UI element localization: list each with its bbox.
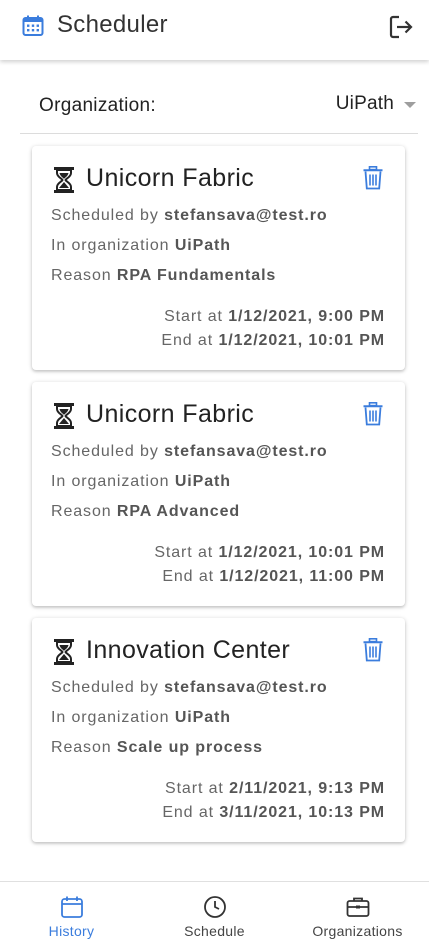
organization-line-value: UiPath bbox=[174, 473, 231, 490]
reason-label: Reason bbox=[51, 503, 112, 520]
end-value: 3/11/2021, 10:13 PM bbox=[219, 804, 385, 821]
hourglass-icon bbox=[54, 639, 74, 665]
scheduled-by-value: stefansava@test.ro bbox=[164, 207, 328, 224]
reason-line: Reason Scale up process bbox=[51, 739, 263, 757]
nav-item-organizations[interactable]: Organizations bbox=[286, 882, 429, 942]
organization-line: In organization UiPath bbox=[51, 473, 231, 491]
trash-icon[interactable] bbox=[363, 638, 383, 662]
end-value: 1/12/2021, 11:00 PM bbox=[219, 568, 385, 585]
calendar-icon bbox=[60, 896, 83, 918]
start-label: Start at bbox=[165, 780, 224, 797]
room-name: Unicorn Fabric bbox=[86, 164, 255, 192]
start-label: Start at bbox=[154, 544, 214, 561]
start-value: 2/11/2021, 9:13 PM bbox=[229, 780, 385, 797]
reason-value: RPA Advanced bbox=[116, 503, 241, 520]
organization-select[interactable]: UiPath bbox=[336, 93, 394, 115]
scheduled-by-label: Scheduled by bbox=[51, 679, 159, 696]
scheduled-by-label: Scheduled by bbox=[51, 443, 159, 460]
nav-label: Schedule bbox=[184, 923, 245, 939]
nav-item-history[interactable]: History bbox=[0, 882, 143, 942]
end-label: End at bbox=[161, 332, 214, 349]
reason-label: Reason bbox=[51, 267, 112, 284]
room-name: Unicorn Fabric bbox=[86, 400, 255, 428]
booking-card: Unicorn Fabric Scheduled by stefansava@t… bbox=[32, 146, 405, 370]
end-time-line: End at 1/12/2021, 10:01 PM bbox=[161, 332, 385, 350]
booking-card: Innovation Center Scheduled by stefansav… bbox=[32, 618, 405, 842]
scheduled-by-line: Scheduled by stefansava@test.ro bbox=[51, 207, 328, 225]
nav-item-schedule[interactable]: Schedule bbox=[143, 882, 286, 942]
scheduled-by-label: Scheduled by bbox=[51, 207, 159, 224]
hourglass-icon bbox=[54, 403, 74, 429]
scheduled-by-line: Scheduled by stefansava@test.ro bbox=[51, 679, 328, 697]
end-label: End at bbox=[162, 568, 214, 585]
bottom-navigation: History Schedule Organizations bbox=[0, 881, 429, 942]
logout-icon[interactable] bbox=[388, 14, 414, 40]
organization-line-value: UiPath bbox=[174, 237, 231, 254]
start-time-line: Start at 1/12/2021, 10:01 PM bbox=[154, 544, 385, 562]
scheduled-by-line: Scheduled by stefansava@test.ro bbox=[51, 443, 328, 461]
organization-label: Organization: bbox=[39, 95, 156, 116]
reason-value: RPA Fundamentals bbox=[116, 267, 277, 284]
clock-icon bbox=[203, 896, 226, 918]
briefcase-icon bbox=[346, 897, 369, 917]
start-time-line: Start at 2/11/2021, 9:13 PM bbox=[165, 780, 385, 798]
organization-line-label: In organization bbox=[51, 473, 170, 490]
reason-label: Reason bbox=[51, 739, 112, 756]
reason-value: Scale up process bbox=[116, 739, 263, 756]
end-value: 1/12/2021, 10:01 PM bbox=[218, 332, 385, 349]
organization-line: In organization UiPath bbox=[51, 709, 231, 727]
end-time-line: End at 3/11/2021, 10:13 PM bbox=[162, 804, 385, 822]
calendar-icon bbox=[22, 15, 44, 36]
booking-card: Unicorn Fabric Scheduled by stefansava@t… bbox=[32, 382, 405, 606]
caret-down-icon[interactable] bbox=[404, 102, 416, 108]
trash-icon[interactable] bbox=[363, 166, 383, 190]
trash-icon[interactable] bbox=[363, 402, 383, 426]
scheduled-by-value: stefansava@test.ro bbox=[164, 679, 328, 696]
hourglass-icon bbox=[54, 167, 74, 193]
organization-line-label: In organization bbox=[51, 237, 170, 254]
scheduled-by-value: stefansava@test.ro bbox=[164, 443, 328, 460]
app-title: Scheduler bbox=[57, 11, 168, 38]
start-value: 1/12/2021, 10:01 PM bbox=[218, 544, 385, 561]
organization-line-value: UiPath bbox=[174, 709, 231, 726]
app-bar: Scheduler bbox=[0, 0, 429, 60]
room-name: Innovation Center bbox=[86, 636, 291, 664]
reason-line: Reason RPA Advanced bbox=[51, 503, 240, 521]
organization-selector-row: Organization: UiPath bbox=[20, 80, 418, 134]
end-label: End at bbox=[162, 804, 214, 821]
end-time-line: End at 1/12/2021, 11:00 PM bbox=[162, 568, 385, 586]
organization-line-label: In organization bbox=[51, 709, 170, 726]
nav-label: History bbox=[48, 923, 95, 939]
start-time-line: Start at 1/12/2021, 9:00 PM bbox=[164, 308, 385, 326]
organization-line: In organization UiPath bbox=[51, 237, 231, 255]
start-value: 1/12/2021, 9:00 PM bbox=[228, 308, 385, 325]
start-label: Start at bbox=[164, 308, 223, 325]
nav-label: Organizations bbox=[312, 923, 403, 939]
reason-line: Reason RPA Fundamentals bbox=[51, 267, 276, 285]
